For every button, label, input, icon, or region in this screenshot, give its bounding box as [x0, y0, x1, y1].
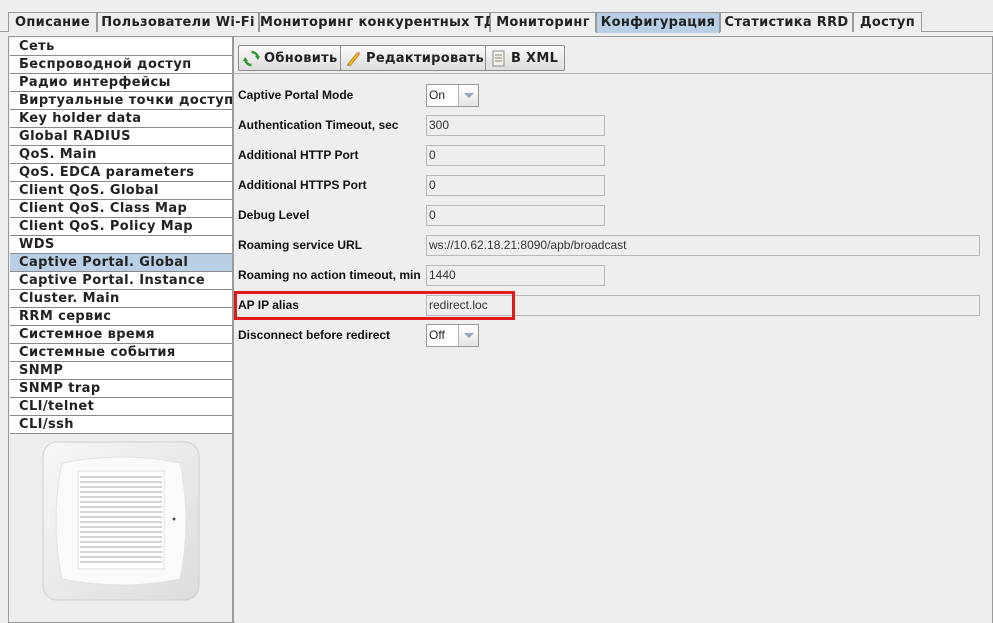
sidebar-item-wireless-access[interactable]: Беспроводной доступ: [10, 56, 232, 74]
xml-export-button[interactable]: В XML: [485, 45, 566, 71]
sidebar-item-client-qos-policy-map[interactable]: Client QoS. Policy Map: [10, 218, 232, 236]
edit-button[interactable]: Редактировать: [340, 45, 491, 71]
disconnect-before-redirect-value: Off: [429, 328, 445, 342]
disconnect-before-redirect-select[interactable]: Off: [426, 324, 479, 347]
sidebar-item-snmp-trap[interactable]: SNMP trap: [10, 380, 232, 398]
tab-rrd-statistics[interactable]: Статистика RRD: [720, 12, 853, 32]
sidebar-item-system-time[interactable]: Системное время: [10, 326, 232, 344]
captive-portal-global-form: Captive Portal Mode On Authentication Ti…: [235, 75, 992, 623]
ap-ip-alias-label: AP IP alias: [238, 298, 299, 312]
pencil-icon: [347, 51, 361, 66]
debug-level-field[interactable]: 0: [426, 205, 605, 226]
tab-configuration[interactable]: Конфигурация: [596, 12, 720, 33]
http-port-label: Additional HTTP Port: [238, 148, 359, 162]
sidebar-item-client-qos-global[interactable]: Client QoS. Global: [10, 182, 232, 200]
sidebar-item-qos-edca[interactable]: QoS. EDCA parameters: [10, 164, 232, 182]
tab-bar: Описание Пользователи Wi-Fi Мониторинг к…: [0, 0, 993, 33]
tab-monitoring[interactable]: Мониторинг: [490, 12, 596, 32]
sidebar-item-qos-main[interactable]: QoS. Main: [10, 146, 232, 164]
http-port-field[interactable]: 0: [426, 145, 605, 166]
config-panel: Обновить Редактировать В XML Captive Por…: [233, 36, 993, 623]
roaming-timeout-label: Roaming no action timeout, min: [238, 268, 421, 282]
sidebar-item-key-holder-data[interactable]: Key holder data: [10, 110, 232, 128]
sidebar-item-wds[interactable]: WDS: [10, 236, 232, 254]
sidebar-item-cli-telnet[interactable]: CLI/telnet: [10, 398, 232, 416]
document-icon: [492, 50, 505, 66]
sidebar-item-system-events[interactable]: Системные события: [10, 344, 232, 362]
captive-portal-mode-label: Captive Portal Mode: [238, 88, 354, 102]
debug-level-label: Debug Level: [238, 208, 310, 222]
toolbar-divider: [234, 73, 993, 74]
ap-ip-alias-field[interactable]: redirect.loc: [426, 295, 980, 316]
disconnect-before-redirect-label: Disconnect before redirect: [238, 328, 391, 342]
sidebar-item-snmp[interactable]: SNMP: [10, 362, 232, 380]
tab-access[interactable]: Доступ: [853, 12, 922, 32]
roaming-url-field[interactable]: ws://10.62.18.21:8090/apb/broadcast: [426, 235, 980, 256]
captive-portal-mode-select[interactable]: On: [426, 84, 479, 107]
tab-wifi-users[interactable]: Пользователи Wi-Fi: [97, 12, 259, 32]
sidebar-item-rrm-service[interactable]: RRM сервис: [10, 308, 232, 326]
chevron-down-icon[interactable]: [458, 85, 478, 106]
edit-button-label: Редактировать: [366, 50, 484, 66]
https-port-field[interactable]: 0: [426, 175, 605, 196]
sidebar-item-global-radius[interactable]: Global RADIUS: [10, 128, 232, 146]
https-port-label: Additional HTTPS Port: [238, 178, 367, 192]
sidebar-item-virtual-ap[interactable]: Виртуальные точки доступа: [10, 92, 242, 110]
access-point-device-image: [42, 441, 200, 601]
sidebar-item-captive-portal-global[interactable]: Captive Portal. Global: [10, 254, 232, 272]
sidebar-item-network[interactable]: Сеть: [10, 38, 232, 56]
captive-portal-mode-value: On: [429, 88, 446, 102]
refresh-button[interactable]: Обновить: [238, 45, 345, 71]
chevron-down-icon[interactable]: [458, 325, 478, 346]
sidebar: Сеть Беспроводной доступ Радио интерфейс…: [8, 36, 242, 623]
tab-competitor-monitoring[interactable]: Мониторинг конкурентных ТД: [259, 12, 495, 32]
sidebar-item-cluster-main[interactable]: Cluster. Main: [10, 290, 232, 308]
sidebar-item-captive-portal-instance[interactable]: Captive Portal. Instance: [10, 272, 232, 290]
auth-timeout-label: Authentication Timeout, sec: [238, 118, 399, 132]
sidebar-item-client-qos-class-map[interactable]: Client QoS. Class Map: [10, 200, 232, 218]
refresh-icon: [243, 50, 260, 66]
tab-description[interactable]: Описание: [8, 12, 97, 32]
sidebar-item-cli-ssh[interactable]: CLI/ssh: [10, 416, 232, 434]
xml-export-button-label: В XML: [511, 50, 559, 66]
auth-timeout-field[interactable]: 300: [426, 115, 605, 136]
roaming-timeout-field[interactable]: 1440: [426, 265, 605, 286]
refresh-button-label: Обновить: [264, 50, 338, 66]
sidebar-item-radio-interfaces[interactable]: Радио интерфейсы: [10, 74, 232, 92]
roaming-url-label: Roaming service URL: [238, 238, 363, 252]
